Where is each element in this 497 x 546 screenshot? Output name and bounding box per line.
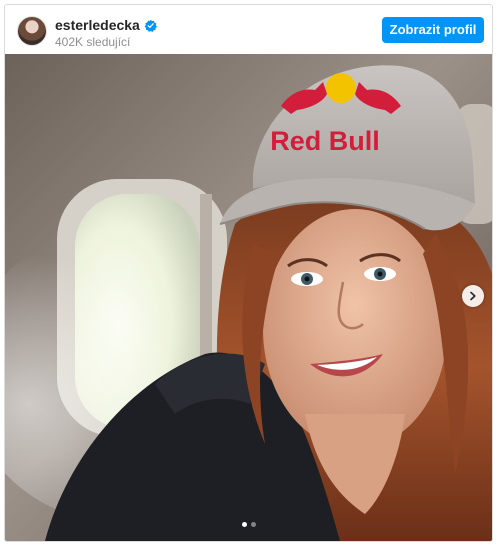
verified-badge-icon bbox=[144, 19, 157, 32]
chevron-right-icon bbox=[470, 291, 476, 301]
cap-logo-text: Red Bull bbox=[270, 126, 380, 156]
carousel-indicator bbox=[5, 522, 492, 527]
post-photo[interactable]: Red Bull bbox=[5, 54, 492, 541]
view-profile-button[interactable]: Zobrazit profil bbox=[382, 17, 484, 43]
avatar[interactable] bbox=[17, 16, 47, 46]
instagram-embed-card: esterledecka 402K sledující Zobrazit pro… bbox=[4, 4, 493, 542]
username[interactable]: esterledecka bbox=[55, 17, 140, 33]
carousel-dot bbox=[250, 522, 256, 527]
photo-scene: Red Bull bbox=[5, 54, 492, 541]
follower-count: 402K sledující bbox=[55, 35, 131, 49]
username-row: esterledecka bbox=[55, 17, 157, 33]
carousel-dot-active bbox=[241, 522, 247, 527]
post-header: esterledecka 402K sledující Zobrazit pro… bbox=[5, 5, 492, 54]
carousel-next-button[interactable] bbox=[462, 285, 484, 307]
